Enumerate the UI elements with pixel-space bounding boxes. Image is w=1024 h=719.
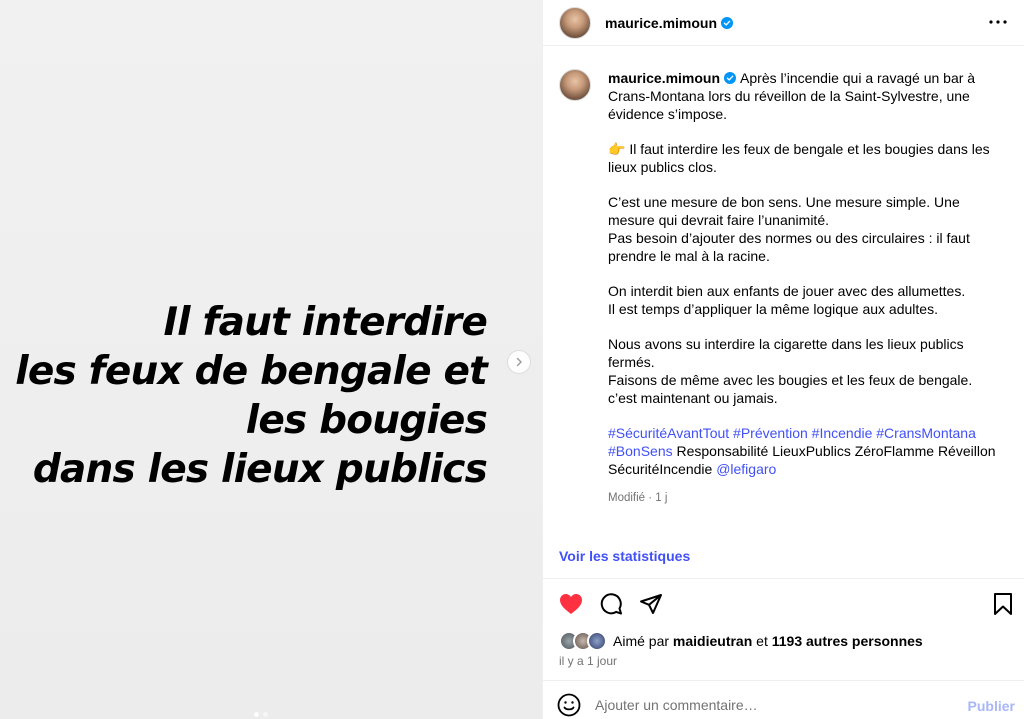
share-icon <box>640 594 662 614</box>
post-sidebar: maurice.mimoun maurice.mimoun Après l’in… <box>542 0 1024 719</box>
avatar[interactable] <box>559 6 591 39</box>
post-media[interactable]: Il faut interdire les feux de bengale et… <box>0 0 542 719</box>
mention-link[interactable]: @lefigaro <box>716 461 776 477</box>
more-icon <box>989 20 1007 24</box>
comment-input[interactable] <box>595 697 945 713</box>
caption-paragraph-5: On interdit bien aux enfants de jouer av… <box>608 283 966 299</box>
post-timestamp[interactable]: il y a 1 jour <box>559 654 617 668</box>
hashtag-link[interactable]: #Incendie <box>812 425 873 441</box>
hashtag-link[interactable]: #CransMontana <box>876 425 976 441</box>
carousel-dot-active <box>254 712 259 717</box>
caption-paragraph-6: Il est temps d’appliquer la même logique… <box>608 301 938 317</box>
view-insights-link[interactable]: Voir les statistiques <box>559 548 690 564</box>
media-line-4: dans les lieux publics <box>32 447 488 492</box>
more-options-button[interactable] <box>986 12 1010 32</box>
media-line-1: Il faut interdire <box>163 300 487 345</box>
caption-section: maurice.mimoun Après l’incendie qui a ra… <box>543 53 1024 523</box>
liker-username[interactable]: maidieutran <box>673 633 752 649</box>
emoji-icon[interactable] <box>557 693 581 717</box>
media-line-3: les bougies <box>245 398 488 443</box>
divider <box>543 680 1024 681</box>
caption-paragraph-4: Pas besoin d’ajouter des normes ou des c… <box>608 230 970 264</box>
chevron-right-icon <box>516 357 522 367</box>
caption-username[interactable]: maurice.mimoun <box>608 70 720 86</box>
caption-paragraph-9: c’est maintenant ou jamais. <box>608 390 778 406</box>
carousel-dot <box>263 712 268 717</box>
likes-summary: Aimé par maidieutran et 1193 autres pers… <box>559 631 923 651</box>
publish-button[interactable]: Publier <box>968 698 1015 714</box>
share-button[interactable] <box>637 590 665 618</box>
like-button[interactable] <box>557 590 585 618</box>
comment-icon <box>600 593 622 615</box>
comment-composer: Publier <box>557 690 1015 719</box>
liker-avatar[interactable] <box>587 631 607 651</box>
save-button[interactable] <box>989 590 1017 618</box>
comment-button[interactable] <box>597 590 625 618</box>
caption-paragraph-8: Faisons de même avec les bougies et les … <box>608 372 973 388</box>
caption-avatar[interactable] <box>559 69 591 101</box>
action-bar <box>557 590 1017 618</box>
heart-icon <box>560 594 582 614</box>
next-slide-button[interactable] <box>507 350 531 374</box>
caption-body: maurice.mimoun Après l’incendie qui a ra… <box>608 69 1002 507</box>
likes-joiner: et <box>756 633 768 649</box>
bookmark-icon <box>994 593 1012 615</box>
likes-prefix: Aimé par <box>613 633 670 649</box>
divider <box>543 578 1024 579</box>
header-username-text[interactable]: maurice.mimoun <box>605 15 717 31</box>
hashtag-link[interactable]: #SécuritéAvantTout <box>608 425 729 441</box>
media-line-2: les feux de bengale et <box>15 349 488 394</box>
caption-paragraph-7: Nous avons su interdire la cigarette dan… <box>608 336 964 370</box>
carousel-indicator <box>254 712 268 717</box>
caption-meta: Modifié · 1 j <box>608 492 668 504</box>
media-slide-text: Il faut interdire les feux de bengale et… <box>0 298 488 494</box>
likes-text: Aimé par maidieutran et 1193 autres pers… <box>613 633 923 649</box>
caption-paragraph-2: 👉 Il faut interdire les feux de bengale … <box>608 141 990 175</box>
verified-badge-icon <box>724 72 737 84</box>
caption-paragraph-3: C’est une mesure de bon sens. Une mesure… <box>608 194 960 228</box>
header-username[interactable]: maurice.mimoun <box>605 15 734 31</box>
verified-badge-icon <box>721 16 734 29</box>
post-header: maurice.mimoun <box>543 0 1024 46</box>
likes-count-link[interactable]: 1193 autres personnes <box>772 633 923 649</box>
hashtag-link[interactable]: #Prévention <box>733 425 808 441</box>
hashtag-link[interactable]: #BonSens <box>608 443 673 459</box>
